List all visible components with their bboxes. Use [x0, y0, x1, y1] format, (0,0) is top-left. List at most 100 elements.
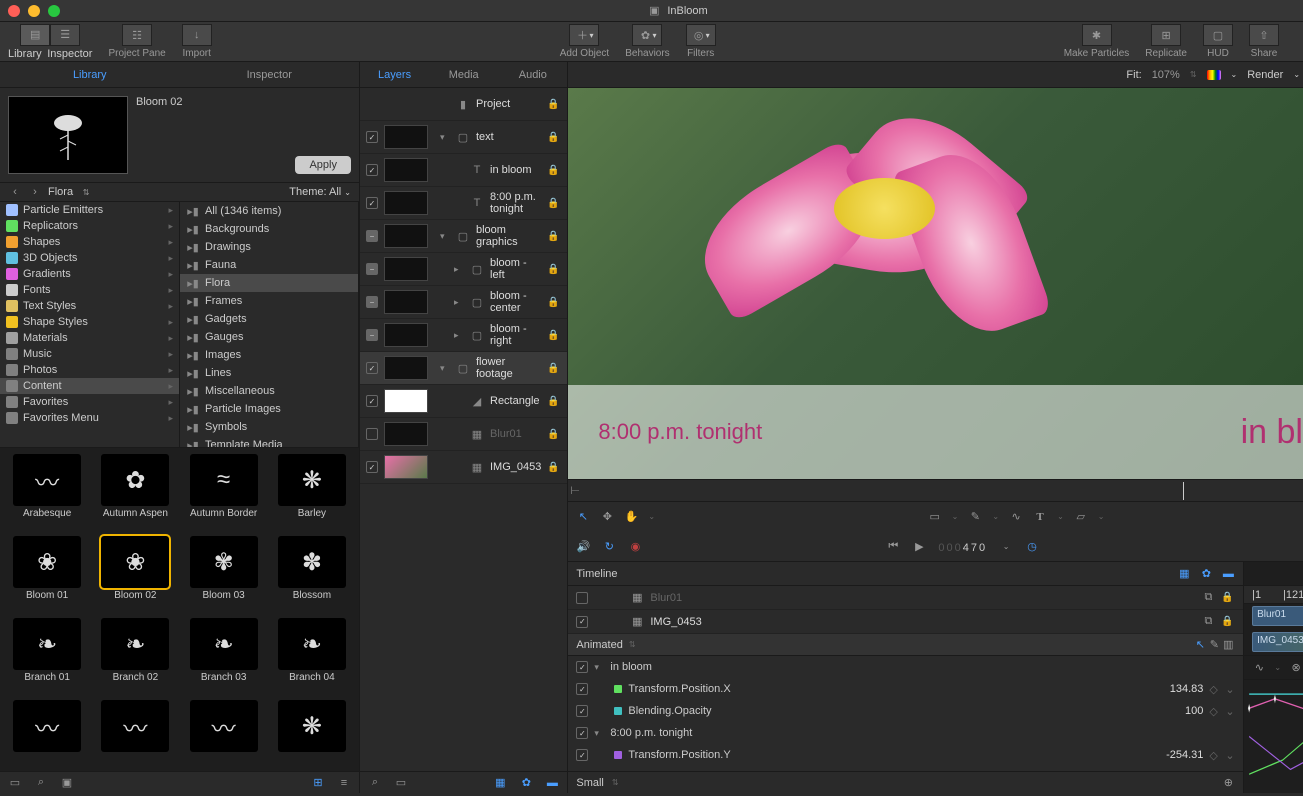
frame-icon[interactable]: ▭: [394, 776, 408, 790]
category-favorites-menu[interactable]: Favorites Menu▸: [0, 410, 179, 426]
category-fonts[interactable]: Fonts▸: [0, 282, 179, 298]
layer-bloom-left[interactable]: −▸▢bloom - left🔒: [360, 253, 567, 286]
thumb-autumn-border[interactable]: ≈Autumn Border: [183, 454, 265, 530]
tab-library[interactable]: Library: [0, 62, 180, 87]
thumb-blossom[interactable]: ✽Blossom: [271, 536, 353, 612]
clip-blur01[interactable]: Blur01: [1252, 606, 1303, 626]
link-icon[interactable]: ⧉: [1201, 615, 1215, 629]
kf-menu-icon[interactable]: ⌄: [1225, 683, 1235, 696]
subcategory-flora[interactable]: ▸▮Flora: [180, 274, 358, 292]
visibility-checkbox[interactable]: [366, 461, 378, 473]
subcategory-images[interactable]: ▸▮Images: [180, 346, 358, 364]
visibility-checkbox[interactable]: [366, 131, 378, 143]
text-tool-icon[interactable]: T: [1033, 510, 1047, 524]
animated-menu[interactable]: Animated: [576, 639, 622, 651]
rect-tool-icon[interactable]: ▭: [928, 510, 942, 524]
subcategory-drawings[interactable]: ▸▮Drawings: [180, 238, 358, 256]
thumb-bloom-02[interactable]: ❀Bloom 02: [94, 536, 176, 612]
lock-icon[interactable]: 🔒: [547, 297, 561, 308]
nav-back-icon[interactable]: ‹: [8, 185, 22, 199]
delete-kf-icon[interactable]: ⊗: [1289, 661, 1303, 675]
canvas[interactable]: 8:00 p.m. tonight in bloom: [568, 88, 1303, 479]
arrow-icon[interactable]: ↖: [1193, 638, 1207, 652]
thumb-item-13[interactable]: 〰: [94, 700, 176, 765]
tab-layers[interactable]: Layers: [360, 62, 429, 87]
disclosure-icon[interactable]: ▸: [454, 264, 464, 275]
box-icon[interactable]: ▥: [1221, 638, 1235, 652]
window-close[interactable]: [8, 5, 20, 17]
prop-transform-position-y[interactable]: Transform.Position.Y-254.31◇⌄: [568, 744, 1243, 766]
layer-8-00-p-m-tonight[interactable]: T8:00 p.m. tonight🔒: [360, 187, 567, 220]
link-icon[interactable]: ⧉: [1201, 591, 1215, 605]
prop-value[interactable]: 134.83: [1143, 683, 1203, 695]
subcategory-symbols[interactable]: ▸▮Symbols: [180, 418, 358, 436]
lock-icon[interactable]: 🔒: [547, 396, 561, 407]
clip-img_0453[interactable]: IMG_0453: [1252, 632, 1303, 652]
clock-icon[interactable]: ◷: [1025, 539, 1039, 553]
layer-blur01[interactable]: ▦Blur01🔒: [360, 418, 567, 451]
keyframe-icon[interactable]: ◇: [1209, 683, 1219, 696]
lock-icon[interactable]: 🔒: [547, 330, 561, 341]
visibility-checkbox[interactable]: −: [366, 296, 378, 308]
mask-icon[interactable]: ▦: [1177, 567, 1191, 581]
inspector-toggle[interactable]: ☰: [50, 24, 80, 46]
lock-icon[interactable]: 🔒: [547, 363, 561, 374]
thumb-bloom-01[interactable]: ❀Bloom 01: [6, 536, 88, 612]
path-icon[interactable]: ▭: [8, 776, 22, 790]
lock-icon[interactable]: 🔒: [547, 132, 561, 143]
category-shapes[interactable]: Shapes▸: [0, 234, 179, 250]
category-favorites[interactable]: Favorites▸: [0, 394, 179, 410]
share-button[interactable]: ⇧: [1249, 24, 1279, 46]
channels-icon[interactable]: [1207, 70, 1221, 80]
play-icon[interactable]: ▶: [912, 539, 926, 553]
go-start-icon[interactable]: ⏮: [886, 539, 900, 553]
enable-checkbox[interactable]: [576, 749, 588, 761]
category-text-styles[interactable]: Text Styles▸: [0, 298, 179, 314]
theme-selector[interactable]: Theme: All ⌄: [289, 186, 351, 198]
disclosure-icon[interactable]: ▾: [440, 363, 450, 374]
visibility-checkbox[interactable]: [366, 362, 378, 374]
layer-bloom-graphics[interactable]: −▾▢bloom graphics🔒: [360, 220, 567, 253]
category-3d-objects[interactable]: 3D Objects▸: [0, 250, 179, 266]
timeline-ruler[interactable]: |1|121|241|361|481: [1244, 586, 1303, 604]
subcategory-particle-images[interactable]: ▸▮Particle Images: [180, 400, 358, 418]
layer-text[interactable]: ▾▢text🔒: [360, 121, 567, 154]
filters-button[interactable]: ◎▾: [686, 24, 716, 46]
enable-checkbox[interactable]: [576, 705, 588, 717]
thumb-branch-01[interactable]: ❧Branch 01: [6, 618, 88, 694]
visibility-checkbox[interactable]: [366, 428, 378, 440]
search-icon[interactable]: ⌕: [34, 776, 48, 790]
layer-flower-footage[interactable]: ▾▢flower footage🔒: [360, 352, 567, 385]
keyframe-icon[interactable]: ◇: [1209, 705, 1219, 718]
kf-menu-icon[interactable]: ⌄: [1225, 705, 1235, 718]
bezier-tool-icon[interactable]: ∿: [1009, 510, 1023, 524]
disclosure-icon[interactable]: ▾: [594, 662, 604, 673]
thumb-branch-04[interactable]: ❧Branch 04: [271, 618, 353, 694]
visibility-checkbox[interactable]: −: [366, 230, 378, 242]
category-photos[interactable]: Photos▸: [0, 362, 179, 378]
subcategory-backgrounds[interactable]: ▸▮Backgrounds: [180, 220, 358, 238]
subcategory-fauna[interactable]: ▸▮Fauna: [180, 256, 358, 274]
visibility-checkbox[interactable]: [366, 395, 378, 407]
lock-icon[interactable]: 🔒: [1221, 592, 1235, 603]
pan-tool-icon[interactable]: ✋: [624, 510, 638, 524]
thumb-item-14[interactable]: 〰: [183, 700, 265, 765]
timeline-row-img_0453[interactable]: ▦IMG_0453⧉🔒: [568, 610, 1243, 634]
kf-menu-icon[interactable]: ⌄: [1225, 749, 1235, 762]
layer-rectangle[interactable]: ◢Rectangle🔒: [360, 385, 567, 418]
category-materials[interactable]: Materials▸: [0, 330, 179, 346]
prop-value[interactable]: -254.31: [1143, 749, 1203, 761]
lock-icon[interactable]: 🔒: [547, 462, 561, 473]
tab-inspector[interactable]: Inspector: [180, 62, 360, 87]
thumb-autumn-aspen[interactable]: ✿Autumn Aspen: [94, 454, 176, 530]
thumb-item-15[interactable]: ❋: [271, 700, 353, 765]
subcategory-gauges[interactable]: ▸▮Gauges: [180, 328, 358, 346]
hud-button[interactable]: ▢: [1203, 24, 1233, 46]
timeline-row-blur01[interactable]: ▦Blur01⧉🔒: [568, 586, 1243, 610]
visibility-checkbox[interactable]: [576, 616, 588, 628]
tab-audio[interactable]: Audio: [498, 62, 567, 87]
search-icon[interactable]: ⌕: [368, 776, 382, 790]
disclosure-icon[interactable]: ▾: [440, 132, 450, 143]
lock-icon[interactable]: 🔒: [547, 99, 561, 110]
audio-toggle-icon[interactable]: 🔊: [576, 539, 590, 553]
